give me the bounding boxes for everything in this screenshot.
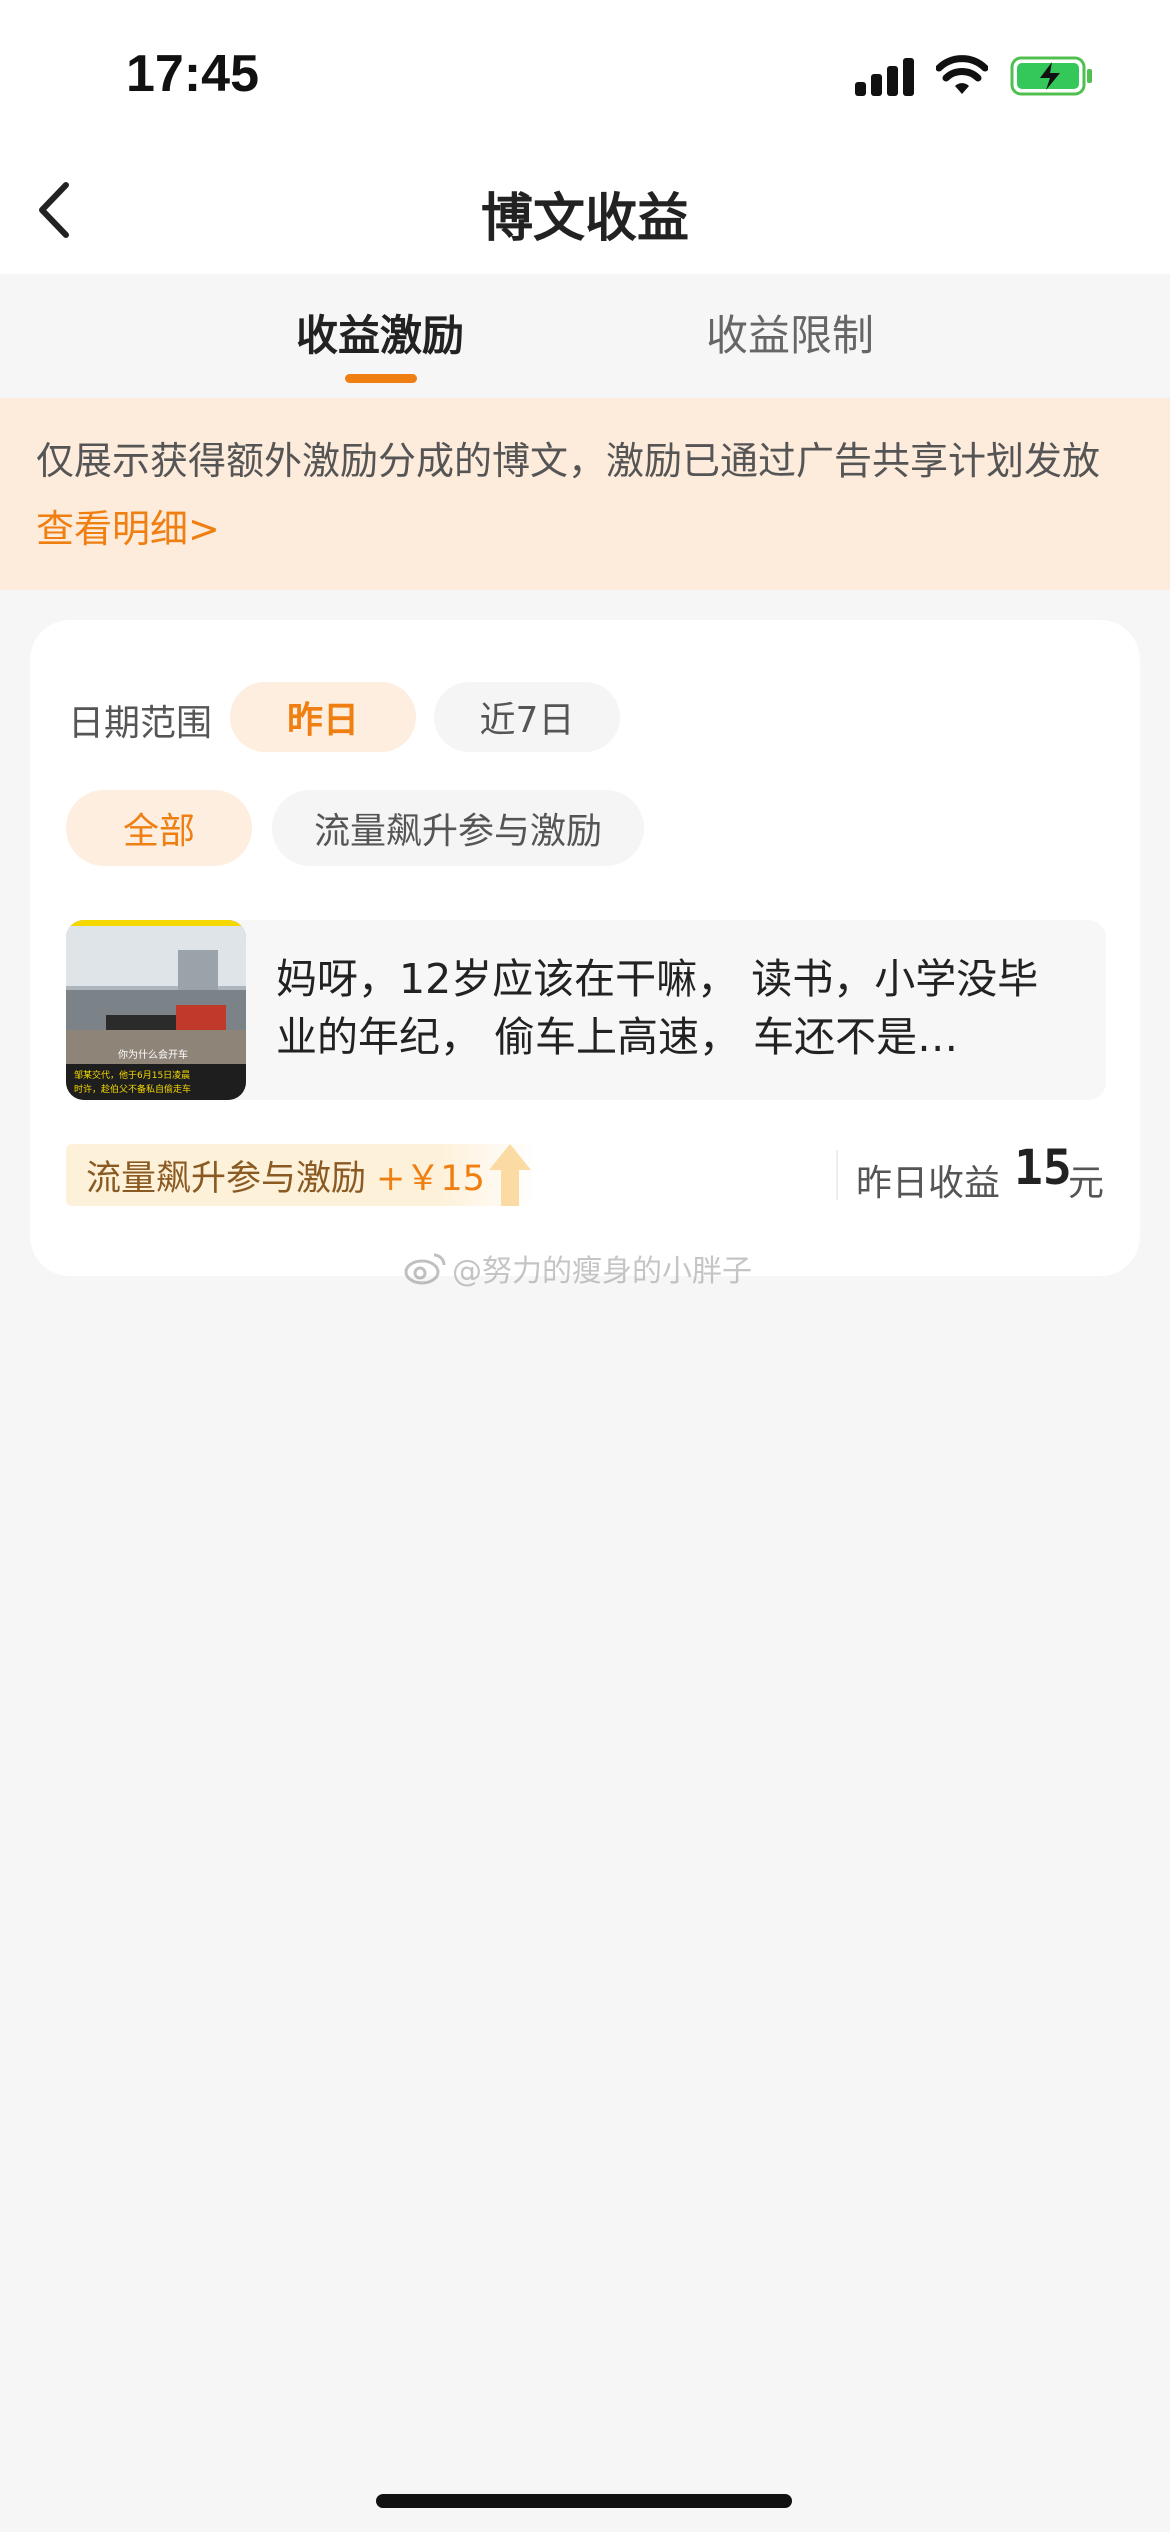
tab-bar: 收益激励 收益限制 xyxy=(0,274,1170,398)
notice-banner: 仅展示获得额外激励分成的博文，激励已通过广告共享计划发放 查看明细> xyxy=(0,398,1170,590)
reward-label: 流量飙升参与激励 xyxy=(86,1158,367,1199)
post-item[interactable]: 你为什么会开车 邹某交代，他于6月15日凌晨 时许，趁伯父不备私自偷走车 妈呀，… xyxy=(66,920,1106,1100)
type-option-traffic-surge[interactable]: 流量飙升参与激励 xyxy=(272,790,644,866)
navigation-bar: 博文收益 xyxy=(0,150,1170,274)
earnings-unit: 元 xyxy=(1068,1163,1105,1204)
up-arrow-icon xyxy=(488,1144,531,1206)
active-tab-indicator xyxy=(345,374,417,383)
type-option-all[interactable]: 全部 xyxy=(66,790,252,866)
notice-text: 仅展示获得额外激励分成的博文，激励已通过广告共享计划发放 xyxy=(36,439,1101,483)
weibo-logo-icon xyxy=(404,1253,446,1285)
date-range-label: 日期范围 xyxy=(68,703,213,744)
date-option-7days[interactable]: 近7日 xyxy=(434,682,620,752)
view-details-link[interactable]: 查看明细> xyxy=(36,498,220,553)
reward-badge: 流量飙升参与激励 +￥15 xyxy=(66,1144,535,1206)
watermark-text: @努力的瘦身的小胖子 xyxy=(452,1254,752,1289)
tab-earnings-limits[interactable]: 收益限制 xyxy=(706,302,874,363)
post-title: 妈呀，12岁应该在干嘛， 读书，小学没毕业的年纪， 偷车上高速， 车还不是… xyxy=(276,955,1039,1061)
battery-charging-icon xyxy=(1010,56,1092,96)
thumbnail-caption: 你为什么会开车 xyxy=(118,1048,188,1061)
watermark: @努力的瘦身的小胖子 xyxy=(404,1246,752,1290)
reward-amount: +￥15 xyxy=(376,1158,485,1199)
divider xyxy=(836,1150,838,1200)
status-bar: 17:45 xyxy=(0,0,1170,150)
page-title: 博文收益 xyxy=(480,189,689,249)
thumbnail-subtitle-1: 邹某交代，他于6月15日凌晨 xyxy=(74,1069,190,1081)
status-time: 17:45 xyxy=(126,45,259,103)
video-thumbnail-image: 你为什么会开车 邹某交代，他于6月15日凌晨 时许，趁伯父不备私自偷走车 xyxy=(66,920,246,1100)
home-indicator[interactable] xyxy=(376,2494,792,2508)
date-option-yesterday[interactable]: 昨日 xyxy=(230,682,416,752)
cellular-signal-icon xyxy=(855,56,915,96)
wifi-icon xyxy=(936,55,988,94)
tab-earnings-incentive[interactable]: 收益激励 xyxy=(296,302,464,363)
post-thumbnail: 你为什么会开车 邹某交代，他于6月15日凌晨 时许，趁伯父不备私自偷走车 xyxy=(66,920,246,1100)
earnings-card: 日期范围 昨日 近7日 全部 流量飙升参与激励 你为什么会开车 邹某交代，他于6… xyxy=(30,620,1140,1276)
thumbnail-subtitle-2: 时许，趁伯父不备私自偷走车 xyxy=(74,1083,191,1095)
yesterday-earnings-label: 昨日收益 xyxy=(856,1163,1001,1204)
yesterday-earnings-value: 15 xyxy=(1014,1140,1072,1196)
